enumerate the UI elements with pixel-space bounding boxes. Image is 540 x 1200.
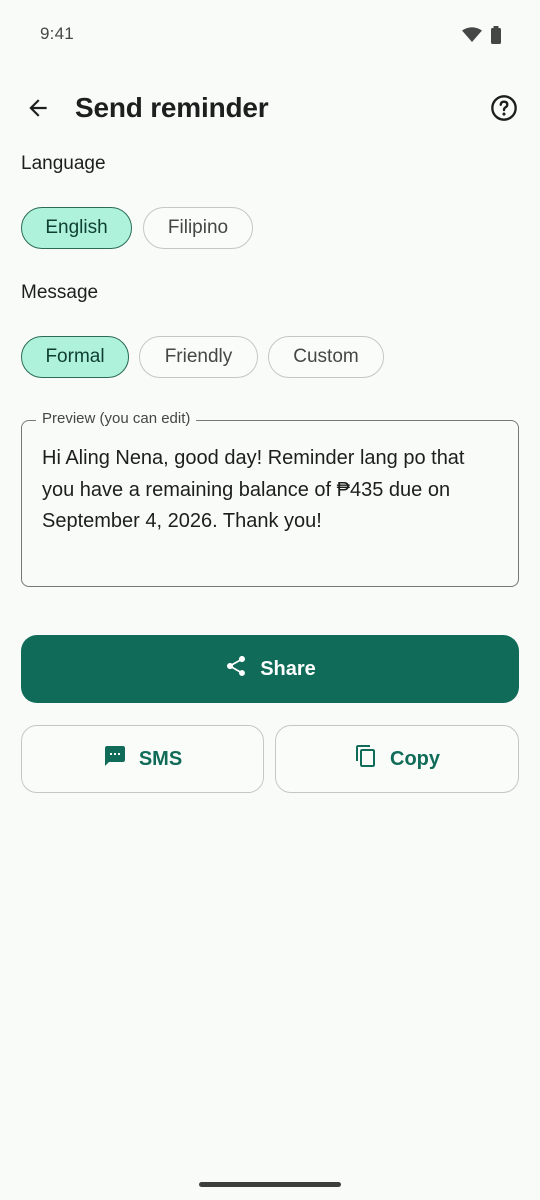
preview-field[interactable]: Preview (you can edit) Hi Aling Nena, go… <box>21 410 519 587</box>
preview-label: Preview (you can edit) <box>36 410 197 427</box>
status-icons <box>462 26 502 49</box>
copy-button[interactable]: Copy <box>275 725 519 793</box>
back-button[interactable] <box>16 88 60 132</box>
chip-label: Custom <box>293 346 359 367</box>
chip-friendly[interactable]: Friendly <box>139 336 258 378</box>
help-circle-icon <box>490 94 518 127</box>
chip-english[interactable]: English <box>21 207 132 249</box>
sms-label: SMS <box>138 747 183 770</box>
share-label: Share <box>260 657 316 680</box>
preview-text[interactable]: Hi Aling Nena, good day! Reminder lang p… <box>42 443 502 538</box>
share-button[interactable]: Share <box>21 635 519 703</box>
chip-label: Filipino <box>167 217 229 238</box>
share-icon <box>224 654 248 684</box>
app-bar: Send reminder <box>0 80 540 140</box>
arrow-back-icon <box>25 95 51 126</box>
chip-filipino[interactable]: Filipino <box>143 207 253 249</box>
chip-label: Friendly <box>164 346 233 367</box>
copy-label: Copy <box>390 747 440 770</box>
page-title: Send reminder <box>75 92 269 123</box>
chip-formal[interactable]: Formal <box>21 336 129 378</box>
chip-label: Formal <box>45 346 105 367</box>
sms-button[interactable]: SMS <box>21 725 264 793</box>
help-button[interactable] <box>482 88 526 132</box>
message-label: Message <box>21 282 99 303</box>
copy-icon <box>354 744 378 774</box>
chip-label: English <box>45 217 108 238</box>
battery-icon <box>490 26 502 49</box>
sms-icon <box>103 744 127 774</box>
status-bar: 9:41 <box>0 0 540 68</box>
language-label: Language <box>21 153 106 174</box>
chip-custom[interactable]: Custom <box>268 336 384 378</box>
home-indicator[interactable] <box>199 1182 341 1187</box>
status-time: 9:41 <box>40 24 74 43</box>
wifi-icon <box>462 27 482 48</box>
